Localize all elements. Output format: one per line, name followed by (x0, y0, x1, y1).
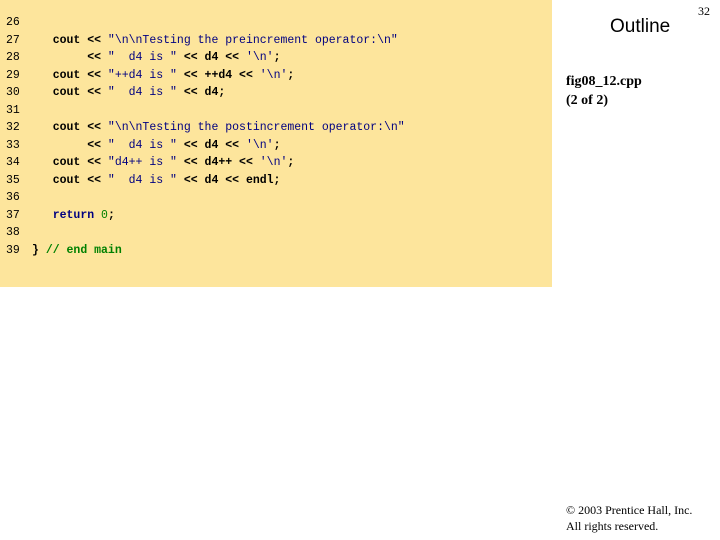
code-token: ; (273, 138, 281, 152)
code-token: '\n' (245, 51, 274, 64)
code-line: 34 cout << "d4++ is " << d4++ << '\n'; (6, 154, 405, 172)
code-token: << d4 << endl; (176, 173, 281, 187)
code-line: 29 cout << "++d4 is " << ++d4 << '\n'; (6, 67, 405, 85)
code-line: 28 << " d4 is " << d4 << '\n'; (6, 49, 405, 67)
code-token: cout << (32, 173, 108, 187)
line-number: 26 (6, 16, 20, 29)
slide-number: 32 (698, 4, 710, 18)
code-token: } (32, 243, 46, 257)
code-token: '\n' (259, 68, 288, 82)
copyright-line: © 2003 Prentice Hall, Inc. (566, 503, 693, 517)
code-token: "++d4 is " (107, 68, 177, 82)
code-line: 39} // end main (6, 242, 405, 260)
code-token: cout << (32, 33, 108, 47)
code-line: 27 cout << "\n\nTesting the preincrement… (6, 32, 405, 50)
code-token: << d4; (176, 86, 226, 99)
line-number: 37 (6, 208, 20, 222)
code-token: " d4 is " (107, 173, 177, 187)
code-token: return (52, 208, 95, 222)
line-number: 39 (6, 243, 20, 257)
line-number: 31 (6, 103, 20, 117)
code-line: 30 cout << " d4 is " << d4; (6, 84, 405, 102)
code-token: 0 (101, 208, 108, 222)
code-line: 31 (6, 102, 405, 120)
code-token: << d4 << (176, 51, 246, 64)
line-number: 34 (6, 156, 20, 169)
code-line: 35 cout << " d4 is " << d4 << endl; (6, 172, 405, 190)
line-number: 27 (6, 33, 20, 47)
line-number: 38 (6, 226, 20, 239)
code-line: 26 (6, 14, 405, 32)
code-listing: 26 27 cout << "\n\nTesting the preincreme… (6, 14, 405, 259)
line-number: 28 (6, 51, 20, 64)
code-token: << (32, 51, 108, 64)
code-token: " d4 is " (107, 138, 177, 152)
code-token: cout << (32, 86, 108, 99)
code-token: << d4++ << (176, 156, 260, 169)
code-token: '\n' (245, 138, 274, 152)
code-token: " d4 is " (107, 51, 177, 64)
code-line: 32 cout << "\n\nTesting the postincremen… (6, 119, 405, 137)
code-panel: 26 27 cout << "\n\nTesting the preincreme… (0, 0, 552, 287)
code-token: ; (287, 156, 295, 169)
file-caption: fig08_12.cpp (2 of 2) (566, 72, 642, 110)
line-number: 33 (6, 138, 20, 152)
code-token: '\n' (259, 156, 288, 169)
outline-title: Outline (610, 16, 671, 37)
line-number: 36 (6, 191, 20, 204)
code-line: 36 (6, 189, 405, 207)
page-indicator: (2 of 2) (566, 93, 608, 108)
code-token: cout << (32, 156, 108, 169)
code-token: // end main (45, 243, 122, 257)
code-token: cout << (32, 121, 108, 134)
code-token: << (32, 138, 108, 152)
code-token: ; (273, 51, 281, 64)
code-token: "\n\nTesting the preincrement operator:\… (107, 33, 398, 47)
line-number: 35 (6, 173, 20, 187)
code-token: "\n\nTesting the postincrement operator:… (107, 121, 405, 134)
code-line: 38 (6, 224, 405, 242)
rights-line: All rights reserved. (566, 519, 659, 533)
line-number: 32 (6, 121, 20, 134)
code-token: << d4 << (176, 138, 246, 152)
code-token: " d4 is " (107, 86, 177, 99)
file-name: fig08_12.cpp (566, 74, 642, 89)
code-line: 33 << " d4 is " << d4 << '\n'; (6, 137, 405, 155)
code-token: ; (107, 208, 115, 222)
code-token: cout << (32, 68, 108, 82)
code-token: "d4++ is " (107, 156, 177, 169)
code-token: << ++d4 << (176, 68, 260, 82)
line-number: 29 (6, 68, 20, 82)
copyright-notice: © 2003 Prentice Hall, Inc. All rights re… (566, 502, 692, 534)
line-number: 30 (6, 86, 20, 99)
code-line: 37 return 0; (6, 207, 405, 225)
code-token: ; (287, 68, 295, 82)
